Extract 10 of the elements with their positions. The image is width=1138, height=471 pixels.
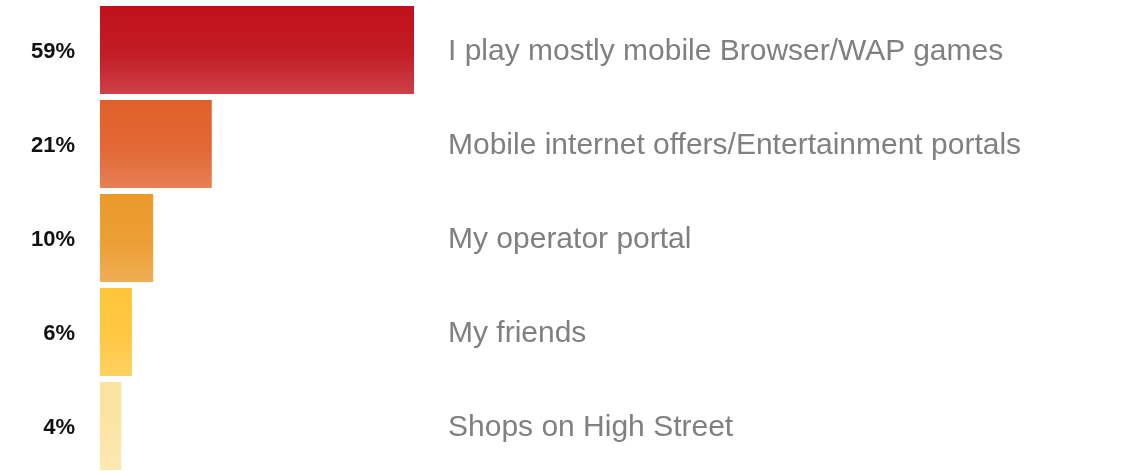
category-label: My friends: [448, 315, 587, 348]
value-label: 21%: [30, 132, 75, 157]
value-label: 6%: [43, 320, 75, 345]
value-label: 4%: [43, 414, 75, 439]
category-label: My operator portal: [448, 221, 692, 254]
category-label: Shops on High Street: [448, 409, 734, 442]
value-label: 59%: [30, 38, 75, 63]
category-label: Mobile internet offers/Entertainment portals: [448, 127, 1022, 160]
value-label: 10%: [30, 226, 75, 251]
category-label: I play mostly mobile Browser/WAP games: [448, 33, 1004, 66]
